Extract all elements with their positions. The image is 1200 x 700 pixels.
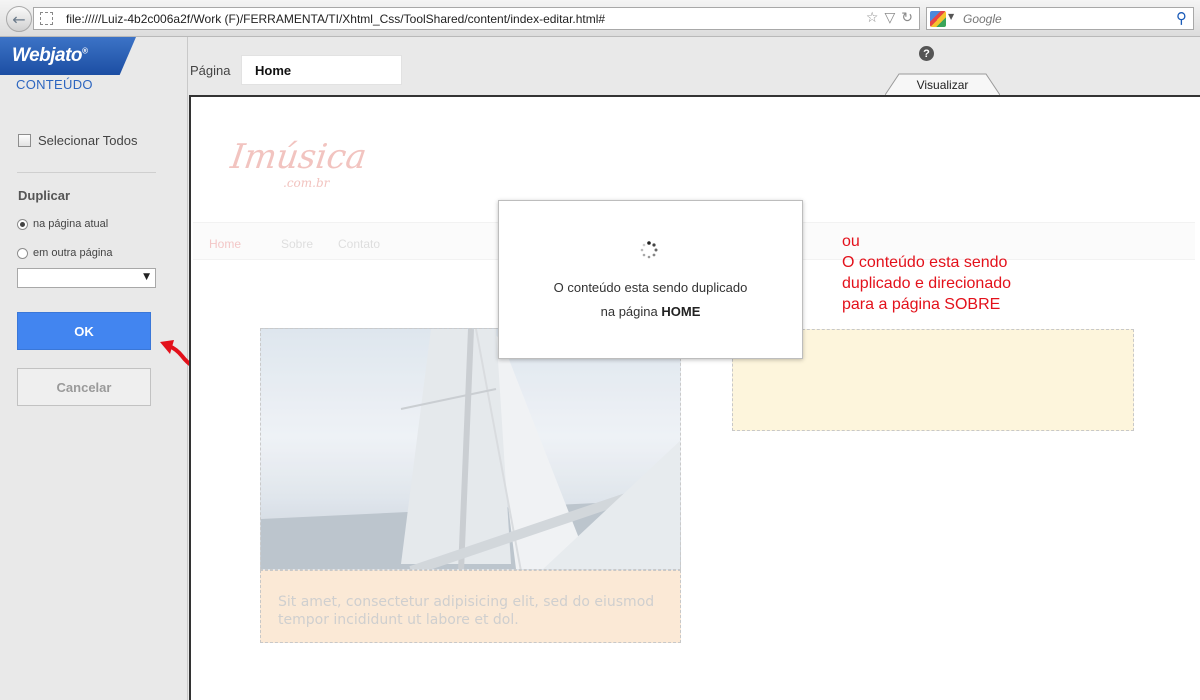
site-nav-sobre[interactable]: Sobre — [281, 237, 313, 251]
page-select[interactable]: ▼ — [17, 268, 156, 288]
url-text: file://///Luiz-4b2c006a2f/Work (F)/FERRA… — [66, 12, 606, 26]
text-block[interactable]: Sit amet, consectetur adipisicing elit, … — [260, 570, 681, 643]
sailboat-image-block[interactable] — [260, 328, 681, 570]
back-arrow-icon: ← — [12, 9, 26, 29]
url-actions: ☆ ▽ ↻ — [866, 10, 913, 26]
chevron-down-icon: ▼ — [143, 272, 150, 282]
sailboat-image — [261, 329, 680, 569]
divider — [17, 172, 156, 173]
annotation-text: ou O conteúdo esta sendo duplicado e dir… — [842, 231, 1011, 315]
tab-preview[interactable]: Visualizar — [885, 73, 1000, 95]
address-bar[interactable]: file://///Luiz-4b2c006a2f/Work (F)/FERRA… — [33, 7, 920, 30]
reload-icon[interactable]: ↻ — [901, 10, 913, 26]
page-field[interactable]: Home — [241, 55, 402, 85]
site-nav-contato[interactable]: Contato — [338, 237, 380, 251]
modal-message-page: HOME — [661, 304, 701, 319]
browser-toolbar: ← file://///Luiz-4b2c006a2f/Work (F)/FER… — [0, 0, 1200, 37]
ok-button[interactable]: OK — [17, 312, 151, 350]
modal-message-line2: na página HOME — [499, 304, 802, 319]
duplicating-modal: O conteúdo esta sendo duplicado na págin… — [498, 200, 803, 359]
select-all-checkbox[interactable] — [18, 134, 31, 147]
radio-current-page-label: na página atual — [33, 218, 109, 230]
site-logo: Imúsica — [228, 137, 370, 177]
cancel-button[interactable]: Cancelar — [17, 368, 151, 406]
search-bar[interactable]: ▼ Google ⚲ — [926, 7, 1194, 30]
google-icon[interactable] — [930, 11, 946, 27]
page-label: Página — [190, 63, 231, 78]
section-title: CONTEÚDO — [16, 77, 93, 92]
duplicate-title: Duplicar — [18, 188, 71, 203]
modal-message-prefix: na página — [600, 304, 658, 319]
annotation-line3: duplicado e direcionado — [842, 275, 1012, 292]
help-icon[interactable]: ? — [919, 46, 934, 61]
back-button[interactable]: ← — [6, 6, 32, 32]
search-icon[interactable]: ⚲ — [1176, 9, 1187, 27]
tab-preview-label: Visualizar — [916, 78, 969, 92]
page-icon — [40, 12, 53, 25]
page-field-value: Home — [255, 62, 292, 78]
engine-dropdown-icon[interactable]: ▼ — [948, 12, 954, 21]
radio-other-page-row[interactable]: em outra página — [17, 247, 113, 259]
logo-text: Webjato® — [12, 45, 88, 66]
annotation-line4: para a página SOBRE — [842, 296, 1001, 313]
radio-other-page[interactable] — [17, 247, 28, 259]
history-dropdown-icon[interactable]: ▽ — [884, 10, 895, 26]
select-all-label: Selecionar Todos — [38, 133, 138, 148]
radio-other-page-label: em outra página — [33, 247, 113, 259]
modal-message-line1: O conteúdo esta sendo duplicado — [553, 280, 748, 295]
annotation-line1: ou — [842, 233, 860, 250]
webjato-logo: Webjato® — [0, 37, 136, 75]
select-all-row[interactable]: Selecionar Todos — [18, 133, 138, 148]
search-placeholder: Google — [963, 12, 1002, 26]
preview-frame: Imúsica .com.br Home Sobre Contato Sit a… — [189, 95, 1200, 700]
site-logo-sub: .com.br — [283, 176, 330, 190]
site-nav-home[interactable]: Home — [209, 237, 241, 251]
radio-current-page[interactable] — [17, 218, 28, 230]
annotation-line2: O conteúdo esta sendo — [842, 254, 1008, 271]
bookmark-star-icon[interactable]: ☆ — [866, 10, 879, 26]
radio-current-page-row[interactable]: na página atual — [17, 218, 108, 230]
loading-spinner-icon — [640, 241, 658, 259]
